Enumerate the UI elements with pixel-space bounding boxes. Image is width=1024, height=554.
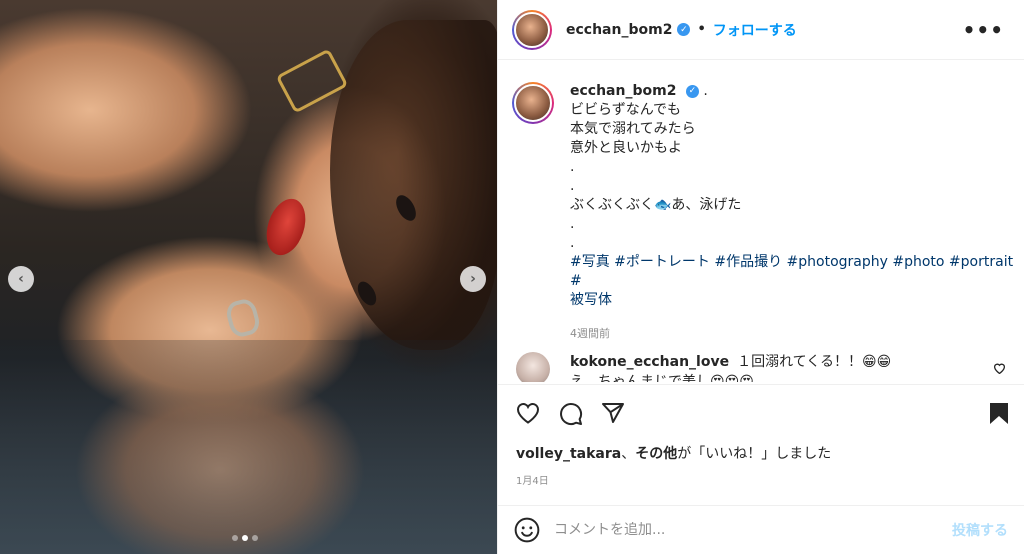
post-side-panel: ecchan_bom2 ✓ • フォローする ••• ecchan_bom2 ✓… [497,0,1024,554]
verified-badge-icon: ✓ [677,23,691,36]
caption-line: ぶくぶくぶく🐟あ、泳げた [570,197,742,213]
heart-icon[interactable] [516,402,540,424]
caption-line: . [570,159,575,175]
comment-icon[interactable] [559,402,583,426]
photo-reflection-shape [0,340,497,554]
likes-separator: 、 [621,446,636,462]
carousel-dot-active [242,535,248,541]
photo-hair-shape [330,20,497,350]
liker-username[interactable]: volley_takara [516,446,621,462]
likes-suffix: が「いいね！」しました [677,446,832,462]
commenter-username[interactable]: kokone_ecchan_love [570,354,729,370]
more-options-icon[interactable]: ••• [963,18,1004,42]
bookmark-icon[interactable] [989,402,1009,425]
caption-hashtags[interactable]: #写真 #ポートレート #作品撮り #photography #photo #p… [570,253,1014,291]
caption-line: . [570,235,575,251]
carousel-indicator [232,535,258,541]
author-username[interactable]: ecchan_bom2 [566,22,672,38]
likes-others-link[interactable]: その他 [635,446,677,462]
carousel-dot [252,535,258,541]
carousel-dot [232,535,238,541]
share-icon[interactable] [601,402,625,424]
caption-username[interactable]: ecchan_bom2 [570,83,676,99]
comment-text: え、ちゃんまじで美し😍😍😍 [570,374,754,382]
likes-summary: volley_takara、その他が「いいね！」しました [516,443,831,463]
comment-input[interactable] [554,522,952,538]
photo-lips-shape [259,193,313,261]
post-header: ecchan_bom2 ✓ • フォローする ••• [498,0,1024,60]
caption-timestamp[interactable]: 4週間前 [570,324,1014,343]
caption-avatar[interactable] [512,82,554,124]
comment-text: １回溺れてくる！！😁😁 [737,354,892,370]
caption-line: . [570,216,575,232]
carousel-prev-button[interactable]: ‹ [8,266,34,292]
post-caption: ecchan_bom2 ✓ . ビビらずなんでも 本気で溺れてみたら 意外と良い… [512,82,1014,343]
caption-line: . [570,178,575,194]
add-comment-bar: 投稿する [498,505,1024,554]
separator: • [697,22,706,37]
caption-line: 本気で溺れてみたら [570,121,696,137]
verified-badge-icon: ✓ [685,84,699,98]
comment-like-heart-icon[interactable] [993,362,1006,374]
post-date[interactable]: 1月4日 [516,472,549,487]
chevron-right-icon: › [470,271,476,287]
post-image[interactable]: ‹ › [0,0,497,554]
caption-line: ビビらずなんでも [570,102,682,118]
follow-button[interactable]: フォローする [713,20,797,40]
comment-item: kokone_ecchan_love １回溺れてくる！！😁😁 え、ちゃんまじで美し… [512,352,1014,382]
emoji-icon[interactable] [514,517,540,543]
post-actions [498,384,1024,444]
photo-ring-shape [223,296,263,340]
caption-dot: . [703,83,708,99]
chevron-left-icon: ‹ [18,271,24,287]
carousel-next-button[interactable]: › [460,266,486,292]
caption-hashtags[interactable]: 被写体 [570,291,1014,310]
avatar[interactable] [512,9,552,50]
commenter-avatar[interactable] [516,352,550,382]
caption-line: 意外と良いかもよ [570,140,682,156]
post-comment-button[interactable]: 投稿する [952,520,1008,540]
